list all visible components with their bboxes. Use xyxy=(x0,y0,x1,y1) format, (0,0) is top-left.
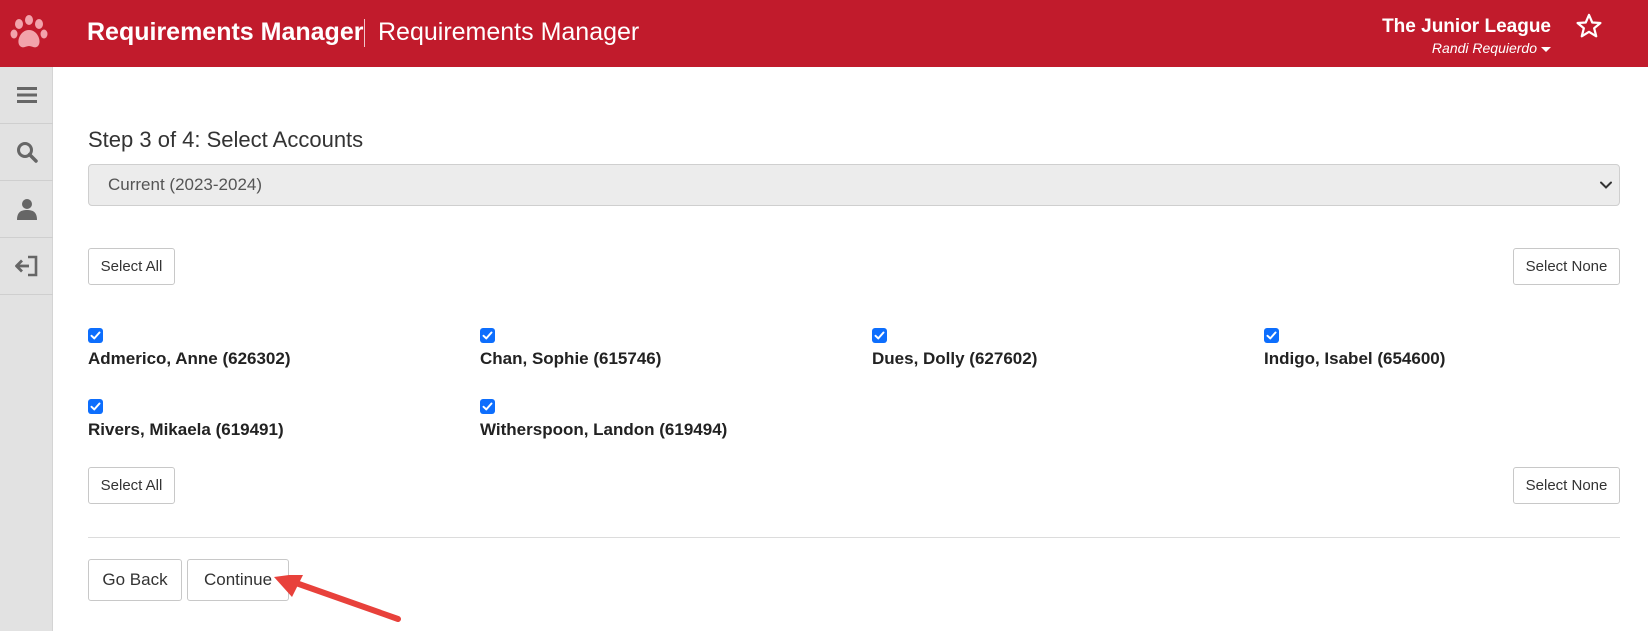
account-item: Witherspoon, Landon (619494) xyxy=(480,399,860,440)
account-checkbox[interactable] xyxy=(88,399,103,414)
sidebar-menu-button[interactable] xyxy=(0,67,53,124)
sign-out-icon xyxy=(14,255,37,277)
user-menu-toggle[interactable]: Randi Requierdo xyxy=(1432,40,1551,56)
account-label[interactable]: Rivers, Mikaela (619491) xyxy=(88,420,468,440)
star-outline-icon[interactable] xyxy=(1575,12,1603,40)
user-icon xyxy=(16,199,37,220)
sidebar-search-button[interactable] xyxy=(0,124,53,181)
account-label[interactable]: Indigo, Isabel (654600) xyxy=(1264,349,1644,369)
account-checkbox[interactable] xyxy=(88,328,103,343)
paw-icon[interactable] xyxy=(8,14,48,52)
select-all-button-bottom[interactable]: Select All xyxy=(88,467,175,504)
organization-name: The Junior League xyxy=(1382,16,1551,37)
account-label[interactable]: Admerico, Anne (626302) xyxy=(88,349,468,369)
season-select-value: Current (2023-2024) xyxy=(108,175,263,194)
account-label[interactable]: Witherspoon, Landon (619494) xyxy=(480,420,860,440)
checkmark-icon xyxy=(874,331,885,340)
go-back-button[interactable]: Go Back xyxy=(88,559,182,601)
checkmark-icon xyxy=(90,331,101,340)
account-checkbox[interactable] xyxy=(480,328,495,343)
select-none-button-bottom[interactable]: Select None xyxy=(1513,467,1620,504)
select-none-button-top[interactable]: Select None xyxy=(1513,248,1620,285)
app-title[interactable]: Requirements Manager xyxy=(87,18,363,47)
title-separator xyxy=(364,19,365,47)
divider xyxy=(88,537,1620,538)
season-select[interactable]: Current (2023-2024) xyxy=(88,164,1620,206)
hamburger-menu-icon xyxy=(16,87,37,103)
account-label[interactable]: Dues, Dolly (627602) xyxy=(872,349,1252,369)
caret-down-icon xyxy=(1541,46,1551,52)
account-item: Dues, Dolly (627602) xyxy=(872,328,1252,369)
search-icon xyxy=(16,142,38,163)
checkmark-icon xyxy=(90,402,101,411)
step-title: Step 3 of 4: Select Accounts xyxy=(88,127,364,152)
top-bar: Requirements Manager Requirements Manage… xyxy=(0,0,1648,67)
account-checkbox[interactable] xyxy=(1264,328,1279,343)
checkmark-icon xyxy=(482,331,493,340)
account-item: Chan, Sophie (615746) xyxy=(480,328,860,369)
account-item: Admerico, Anne (626302) xyxy=(88,328,468,369)
annotation-arrow-icon xyxy=(274,575,401,622)
chevron-down-icon xyxy=(1600,181,1612,189)
checkmark-icon xyxy=(1266,331,1277,340)
select-all-button-top[interactable]: Select All xyxy=(88,248,175,285)
account-label[interactable]: Chan, Sophie (615746) xyxy=(480,349,860,369)
account-checkbox[interactable] xyxy=(480,399,495,414)
account-checkbox[interactable] xyxy=(872,328,887,343)
sidebar-profile-button[interactable] xyxy=(0,181,53,238)
user-name: Randi Requierdo xyxy=(1431,40,1537,56)
sidebar-signout-button[interactable] xyxy=(0,238,53,295)
sidebar xyxy=(0,67,53,631)
app-subtitle: Requirements Manager xyxy=(378,18,640,46)
account-item: Rivers, Mikaela (619491) xyxy=(88,399,468,440)
checkmark-icon xyxy=(482,402,493,411)
account-item: Indigo, Isabel (654600) xyxy=(1264,328,1644,369)
